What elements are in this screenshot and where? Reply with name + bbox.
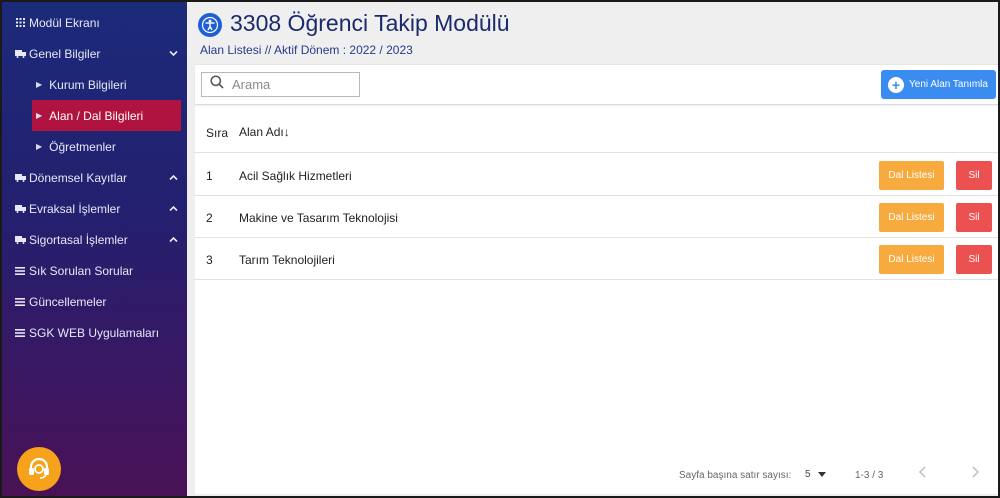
cell-sira: 3 <box>206 253 213 267</box>
accessibility-icon <box>198 13 222 37</box>
cell-alan-adi: Acil Sağlık Hizmetleri <box>239 169 352 183</box>
caret-right-icon: ▶ <box>36 80 43 89</box>
support-button[interactable] <box>17 447 61 491</box>
chevron-right-icon <box>972 466 980 478</box>
plus-circle-icon: + <box>888 76 904 93</box>
table-row: 2 Makine ve Tasarım Teknolojisi Dal List… <box>195 196 998 238</box>
rows-per-page-label: Sayfa başına satır sayısı: <box>679 470 792 481</box>
sidebar-item-modul-ekrani[interactable]: Modül Ekranı <box>2 7 187 38</box>
next-page-button[interactable] <box>970 465 980 484</box>
sidebar-item-evraksal-islemler[interactable]: Evraksal İşlemler <box>2 193 187 224</box>
sidebar-item-sigortasal-islemler[interactable]: Sigortasal İşlemler <box>2 224 187 255</box>
chevron-down-icon <box>169 48 178 59</box>
page-header: 3308 Öğrenci Takip Modülü Alan Listesi /… <box>189 2 998 64</box>
table-row: 1 Acil Sağlık Hizmetleri Dal Listesi Sil <box>195 154 998 196</box>
pagination: Sayfa başına satır sayısı: 5 1-3 / 3 <box>195 465 998 487</box>
sidebar-item-label: Genel Bilgiler <box>29 46 101 61</box>
app-window: Modül Ekranı Genel Bilgiler ▶ Kurum Bilg… <box>0 0 1000 498</box>
alan-list-card: + Yeni Alan Tanımla Sıra Alan Adı↓ 1 Aci… <box>195 64 998 494</box>
list-icon <box>14 297 26 306</box>
headset-icon <box>26 455 52 484</box>
toolbar: + Yeni Alan Tanımla <box>195 65 998 105</box>
sidebar-item-label: Sık Sorulan Sorular <box>29 263 134 278</box>
chevron-up-icon <box>169 234 178 245</box>
sidebar-item-donemsel-kayitlar[interactable]: Dönemsel Kayıtlar <box>2 162 187 193</box>
sort-down-icon: ↓ <box>283 125 290 139</box>
truck-icon <box>14 49 26 58</box>
sidebar-item-label: Modül Ekranı <box>29 15 100 30</box>
sidebar-item-label: Dönemsel Kayıtlar <box>29 170 128 185</box>
sidebar-item-sik-sorulan-sorular[interactable]: Sık Sorulan Sorular <box>2 255 187 286</box>
rows-per-page-select[interactable]: 5 <box>805 469 826 480</box>
sidebar-item-label: Sigortasal İşlemler <box>29 232 128 247</box>
cell-alan-adi: Tarım Teknolojileri <box>239 253 335 267</box>
sidebar-subitem-ogretmenler[interactable]: ▶ Öğretmenler <box>32 131 181 162</box>
page-title: 3308 Öğrenci Takip Modülü <box>230 10 510 36</box>
sil-button[interactable]: Sil <box>956 161 992 190</box>
truck-icon <box>14 235 26 244</box>
main-content: 3308 Öğrenci Takip Modülü Alan Listesi /… <box>189 2 998 496</box>
truck-icon <box>14 204 26 213</box>
dal-listesi-button[interactable]: Dal Listesi <box>879 161 944 190</box>
new-alan-button[interactable]: + Yeni Alan Tanımla <box>881 70 996 99</box>
breadcrumb: Alan Listesi // Aktif Dönem : 2022 / 202… <box>200 43 413 57</box>
sidebar-item-genel-bilgiler[interactable]: Genel Bilgiler <box>2 38 187 69</box>
list-icon <box>14 328 26 337</box>
sil-button[interactable]: Sil <box>956 203 992 232</box>
dal-listesi-button[interactable]: Dal Listesi <box>879 203 944 232</box>
cell-alan-adi: Makine ve Tasarım Teknolojisi <box>239 211 398 225</box>
truck-icon <box>14 173 26 182</box>
cell-sira: 1 <box>206 169 213 183</box>
sidebar-item-label: SGK WEB Uygulamaları <box>29 325 160 340</box>
cell-sira: 2 <box>206 211 213 225</box>
sidebar-subitem-kurum-bilgileri[interactable]: ▶ Kurum Bilgileri <box>32 69 181 100</box>
column-header-sira: Sıra <box>206 126 229 140</box>
search-icon <box>210 75 224 94</box>
rows-per-page-value: 5 <box>805 469 811 480</box>
list-icon <box>14 266 26 275</box>
chevron-left-icon <box>918 466 926 478</box>
sidebar-subitem-alan-dal-bilgileri[interactable]: ▶ Alan / Dal Bilgileri <box>32 100 181 131</box>
caret-right-icon: ▶ <box>36 111 43 120</box>
new-alan-button-label: Yeni Alan Tanımla <box>909 79 988 90</box>
dal-listesi-button[interactable]: Dal Listesi <box>879 245 944 274</box>
column-header-label: Alan Adı <box>239 125 284 139</box>
table-header: Sıra Alan Adı↓ <box>195 112 998 153</box>
sidebar-subitem-label: Öğretmenler <box>49 139 116 154</box>
chevron-up-icon <box>169 172 178 183</box>
table-row: 3 Tarım Teknolojileri Dal Listesi Sil <box>195 238 998 280</box>
sidebar-item-guncellemeler[interactable]: Güncellemeler <box>2 286 187 317</box>
sidebar-subitem-label: Alan / Dal Bilgileri <box>49 108 144 123</box>
sidebar-item-label: Güncellemeler <box>29 294 107 309</box>
grid-icon <box>14 18 26 27</box>
sidebar: Modül Ekranı Genel Bilgiler ▶ Kurum Bilg… <box>2 2 187 496</box>
dropdown-arrow-icon <box>817 472 826 477</box>
page-range: 1-3 / 3 <box>855 470 884 481</box>
caret-right-icon: ▶ <box>36 142 43 151</box>
chevron-up-icon <box>169 203 178 214</box>
sidebar-item-label: Evraksal İşlemler <box>29 201 121 216</box>
search-box <box>201 72 360 97</box>
sidebar-item-sgk-web-uygulamalari[interactable]: SGK WEB Uygulamaları <box>2 317 187 348</box>
sil-button[interactable]: Sil <box>956 245 992 274</box>
search-input[interactable] <box>232 77 352 92</box>
prev-page-button[interactable] <box>918 465 928 484</box>
sidebar-subitem-label: Kurum Bilgileri <box>49 77 127 92</box>
column-header-alan-adi[interactable]: Alan Adı↓ <box>239 125 290 139</box>
